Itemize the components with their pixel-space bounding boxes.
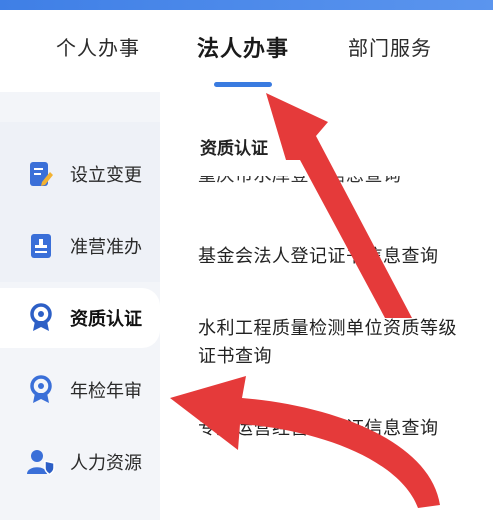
sidebar-item-label: 准营准办 [70,237,142,258]
user-shield-icon [26,447,56,477]
award-ribbon-icon [26,303,56,333]
section-title: 资质认证 [200,139,268,159]
sidebar-item-operation-permit[interactable]: 准营准办 [0,216,160,276]
stamp-document-icon [26,231,56,261]
category-sidebar: 设立变更 准营准办 资质认证 年检年审 人力资源 [0,92,160,520]
list-item[interactable]: 重庆市水库登记信息查询 [198,176,468,190]
top-tab-bar: 个人办事 法人办事 部门服务 [0,10,493,92]
sidebar-item-label: 资质认证 [70,309,142,330]
tab-personal[interactable]: 个人办事 [56,32,140,61]
sidebar-item-label: 年检年审 [70,381,142,402]
award-ribbon-icon [26,375,56,405]
list-item[interactable]: 水利工程质量检测单位资质等级证书查询 [198,315,468,371]
sidebar-item-setup-change[interactable]: 设立变更 [0,144,160,204]
list-item[interactable]: 专属运营经营许可证信息查询 [198,415,468,443]
sidebar-item-label: 人力资源 [70,453,142,474]
sidebar-item-annual-inspection[interactable]: 年检年审 [0,360,160,420]
sidebar-item-qualification[interactable]: 资质认证 [0,288,160,348]
tab-legal-person[interactable]: 法人办事 [197,31,289,63]
sidebar-item-label: 设立变更 [70,165,142,186]
status-strip [0,0,493,10]
sidebar-item-human-resources[interactable]: 人力资源 [0,432,160,492]
service-list-panel: 资质认证 重庆市水库登记信息查询 基金会法人登记证书信息查询 水利工程质量检测单… [160,92,493,520]
tab-department[interactable]: 部门服务 [348,32,432,61]
list-item-label: 重庆市水库登记信息查询 [198,176,468,190]
list-item[interactable]: 基金会法人登记证书信息查询 [198,243,468,271]
edit-document-icon [26,159,56,189]
active-tab-indicator [214,82,272,87]
